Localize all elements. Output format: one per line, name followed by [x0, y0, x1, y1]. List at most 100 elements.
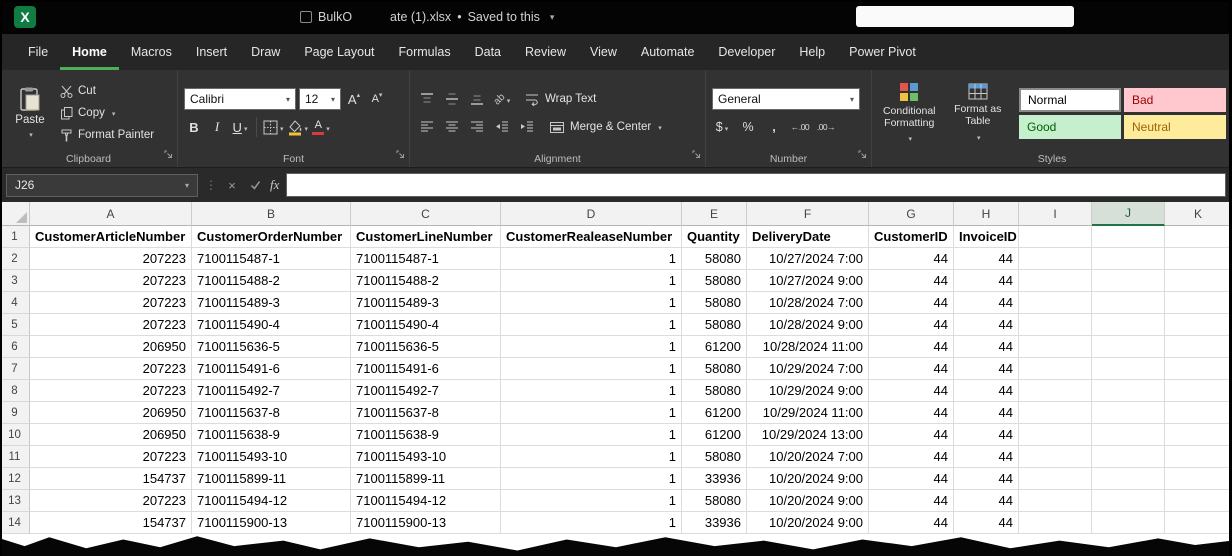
cell-B2[interactable]: 7100115487-1	[192, 248, 351, 270]
cell-F7[interactable]: 10/29/2024 7:00	[747, 358, 869, 380]
number-format-combo[interactable]: General ▾	[712, 88, 860, 110]
cell-C9[interactable]: 7100115637-8	[351, 402, 501, 424]
select-all-corner[interactable]	[0, 202, 30, 226]
cell-A11[interactable]: 207223	[30, 446, 192, 468]
document-title[interactable]: BulkO ate (1).xlsx • Saved to this ▾	[300, 0, 554, 34]
cell-A10[interactable]: 206950	[30, 424, 192, 446]
cell-E14[interactable]: 33936	[682, 512, 747, 534]
cell-A13[interactable]: 207223	[30, 490, 192, 512]
column-header-A[interactable]: A	[30, 202, 192, 226]
menu-review[interactable]: Review	[513, 34, 578, 70]
cell-J1[interactable]	[1092, 226, 1165, 248]
cell-H8[interactable]: 44	[954, 380, 1019, 402]
cell-K5[interactable]	[1165, 314, 1232, 336]
copy-button[interactable]: Copy	[60, 102, 154, 124]
cell-C5[interactable]: 7100115490-4	[351, 314, 501, 336]
cell-B7[interactable]: 7100115491-6	[192, 358, 351, 380]
cell-D3[interactable]: 1	[501, 270, 682, 292]
cell-C14[interactable]: 7100115900-13	[351, 512, 501, 534]
cell-J10[interactable]	[1092, 424, 1165, 446]
cell-I8[interactable]	[1019, 380, 1092, 402]
cell-C2[interactable]: 7100115487-1	[351, 248, 501, 270]
menu-draw[interactable]: Draw	[239, 34, 292, 70]
font-size-combo[interactable]: 12 ▾	[299, 88, 341, 110]
style-good[interactable]: Good	[1019, 115, 1121, 139]
format-as-table-button[interactable]: Format as Table	[947, 83, 1010, 142]
align-center-button[interactable]	[441, 116, 463, 138]
menu-developer[interactable]: Developer	[706, 34, 787, 70]
cell-G1[interactable]: CustomerID	[869, 226, 954, 248]
cell-K8[interactable]	[1165, 380, 1232, 402]
cell-E11[interactable]: 58080	[682, 446, 747, 468]
cell-F10[interactable]: 10/29/2024 13:00	[747, 424, 869, 446]
cell-C6[interactable]: 7100115636-5	[351, 336, 501, 358]
decrease-indent-button[interactable]	[491, 116, 513, 138]
cell-J11[interactable]	[1092, 446, 1165, 468]
cell-K1[interactable]	[1165, 226, 1232, 248]
alignment-dialog-launcher[interactable]	[692, 146, 701, 164]
column-header-E[interactable]: E	[682, 202, 747, 226]
row-header-8[interactable]: 8	[0, 380, 30, 402]
cell-H14[interactable]: 44	[954, 512, 1019, 534]
name-box[interactable]: J26 ▾	[6, 174, 198, 197]
cell-E8[interactable]: 58080	[682, 380, 747, 402]
cell-K14[interactable]	[1165, 512, 1232, 534]
cell-C12[interactable]: 7100115899-11	[351, 468, 501, 490]
borders-button[interactable]	[263, 116, 284, 138]
cell-B3[interactable]: 7100115488-2	[192, 270, 351, 292]
cell-D8[interactable]: 1	[501, 380, 682, 402]
cancel-icon[interactable]: ×	[224, 178, 240, 193]
italic-button[interactable]: I	[207, 116, 227, 138]
row-header-13[interactable]: 13	[0, 490, 30, 512]
cell-J12[interactable]	[1092, 468, 1165, 490]
cell-D1[interactable]: CustomerRealeaseNumber	[501, 226, 682, 248]
cell-F5[interactable]: 10/28/2024 9:00	[747, 314, 869, 336]
cell-H1[interactable]: InvoiceID	[954, 226, 1019, 248]
cell-G3[interactable]: 44	[869, 270, 954, 292]
excel-logo-icon[interactable]: X	[14, 6, 36, 28]
cell-A1[interactable]: CustomerArticleNumber	[30, 226, 192, 248]
menu-help[interactable]: Help	[787, 34, 837, 70]
underline-button[interactable]: U	[230, 116, 250, 138]
align-top-button[interactable]	[416, 88, 438, 110]
cell-E6[interactable]: 61200	[682, 336, 747, 358]
cell-F4[interactable]: 10/28/2024 7:00	[747, 292, 869, 314]
row-header-12[interactable]: 12	[0, 468, 30, 490]
menu-formulas[interactable]: Formulas	[387, 34, 463, 70]
insert-function-icon[interactable]: fx	[270, 177, 279, 193]
cell-K2[interactable]	[1165, 248, 1232, 270]
formula-input[interactable]	[286, 173, 1226, 197]
row-header-11[interactable]: 11	[0, 446, 30, 468]
font-dialog-launcher[interactable]	[396, 146, 405, 164]
cell-H2[interactable]: 44	[954, 248, 1019, 270]
cell-D4[interactable]: 1	[501, 292, 682, 314]
column-header-H[interactable]: H	[954, 202, 1019, 226]
cell-B13[interactable]: 7100115494-12	[192, 490, 351, 512]
cell-E13[interactable]: 58080	[682, 490, 747, 512]
clipboard-dialog-launcher[interactable]	[164, 146, 173, 164]
align-left-button[interactable]	[416, 116, 438, 138]
column-header-K[interactable]: K	[1165, 202, 1232, 226]
cell-K13[interactable]	[1165, 490, 1232, 512]
format-painter-button[interactable]: Format Painter	[60, 124, 154, 146]
cell-C8[interactable]: 7100115492-7	[351, 380, 501, 402]
cell-D6[interactable]: 1	[501, 336, 682, 358]
cell-I1[interactable]	[1019, 226, 1092, 248]
menu-page-layout[interactable]: Page Layout	[292, 34, 386, 70]
column-header-J[interactable]: J	[1092, 202, 1165, 226]
cell-B9[interactable]: 7100115637-8	[192, 402, 351, 424]
cut-button[interactable]: Cut	[60, 80, 154, 102]
cell-D14[interactable]: 1	[501, 512, 682, 534]
style-bad[interactable]: Bad	[1124, 88, 1226, 112]
cell-G13[interactable]: 44	[869, 490, 954, 512]
cell-D11[interactable]: 1	[501, 446, 682, 468]
cell-A9[interactable]: 206950	[30, 402, 192, 424]
cell-G4[interactable]: 44	[869, 292, 954, 314]
bold-button[interactable]: B	[184, 116, 204, 138]
cell-J13[interactable]	[1092, 490, 1165, 512]
cell-H6[interactable]: 44	[954, 336, 1019, 358]
cell-F13[interactable]: 10/20/2024 9:00	[747, 490, 869, 512]
cell-D7[interactable]: 1	[501, 358, 682, 380]
chevron-down-icon[interactable]: ▾	[550, 12, 555, 23]
grow-font-button[interactable]: A▴	[344, 88, 364, 110]
